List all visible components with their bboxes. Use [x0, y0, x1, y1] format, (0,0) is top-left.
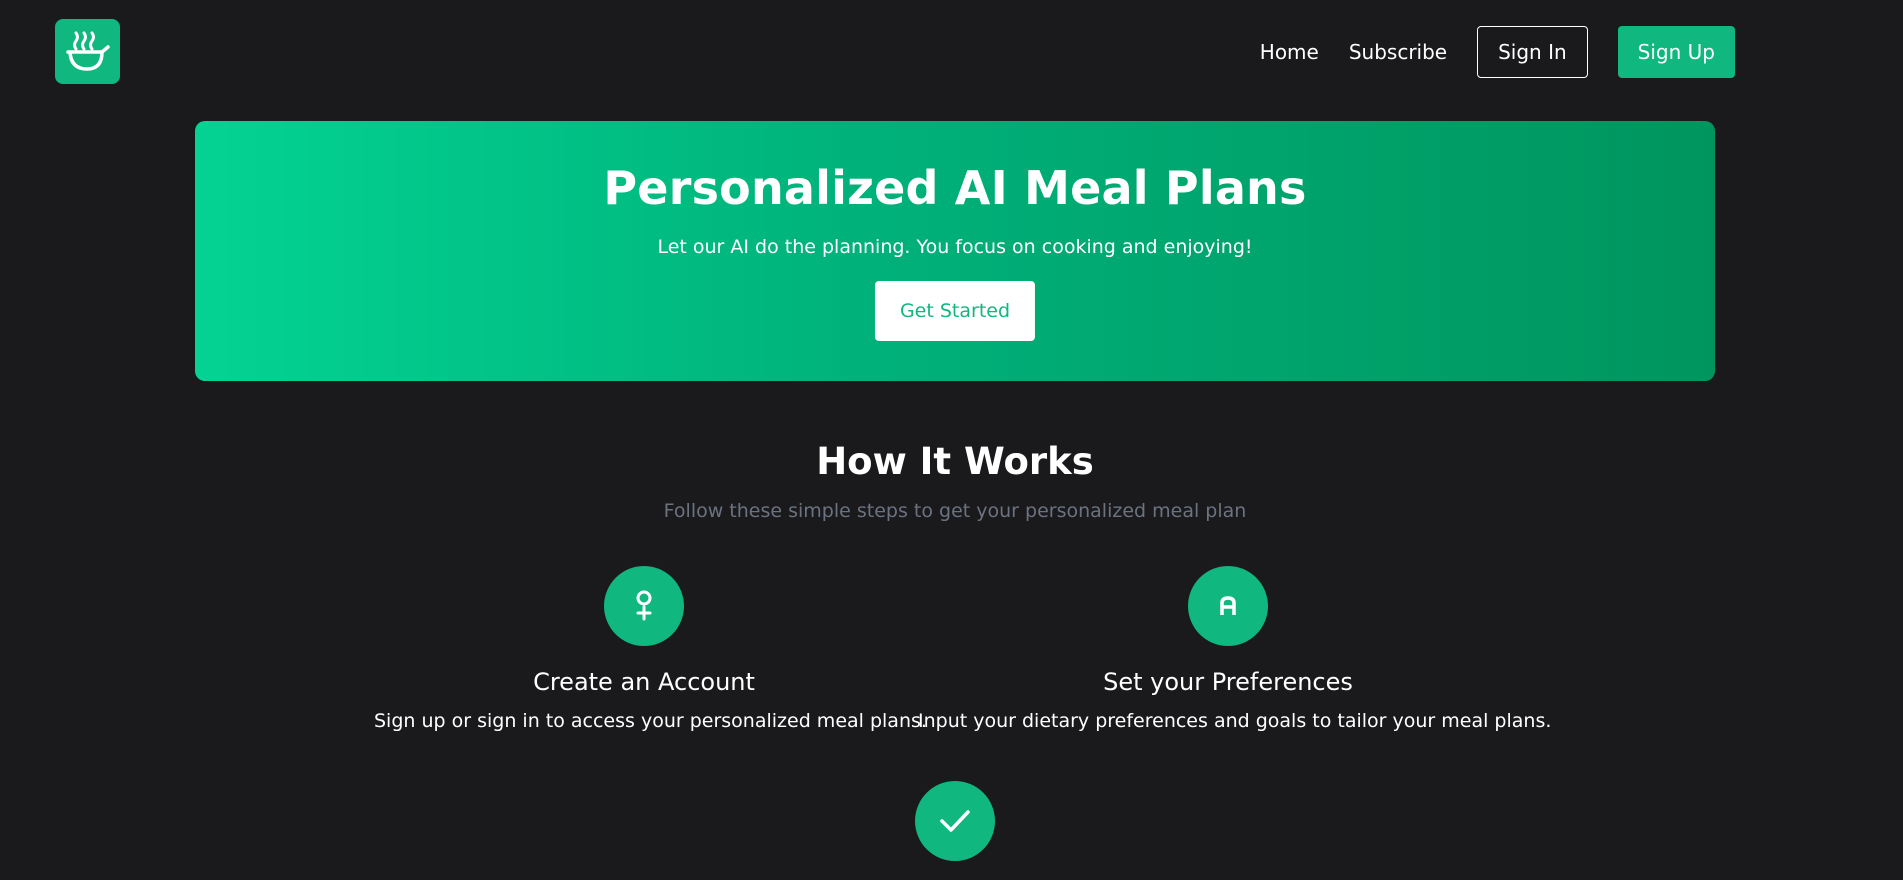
- step-icon-circle: [604, 566, 684, 646]
- how-it-works-title: How It Works: [816, 440, 1094, 483]
- step-title: Set your Preferences: [1103, 668, 1353, 696]
- preferences-icon: [1220, 596, 1236, 615]
- logo[interactable]: [55, 19, 120, 84]
- check-icon: [940, 810, 970, 832]
- hero-title: Personalized AI Meal Plans: [603, 161, 1307, 215]
- step-get-plan: [915, 781, 995, 861]
- step-title: Create an Account: [533, 668, 755, 696]
- main-nav: Home Subscribe Sign In Sign Up: [1260, 26, 1735, 78]
- sign-in-button[interactable]: Sign In: [1477, 26, 1588, 78]
- step-icon-circle: [915, 781, 995, 861]
- step-description: Input your dietary preferences and goals…: [918, 710, 1552, 732]
- nav-subscribe-link[interactable]: Subscribe: [1349, 40, 1447, 64]
- how-it-works-subtitle: Follow these simple steps to get your pe…: [663, 500, 1247, 522]
- get-started-button[interactable]: Get Started: [874, 281, 1036, 341]
- step-icon-circle: [1188, 566, 1268, 646]
- nav-home-link[interactable]: Home: [1260, 40, 1319, 64]
- step-description: Sign up or sign in to access your person…: [374, 710, 927, 732]
- sign-up-button[interactable]: Sign Up: [1617, 26, 1735, 78]
- hero-subtitle: Let our AI do the planning. You focus on…: [657, 236, 1253, 258]
- user-add-icon: [636, 590, 652, 621]
- site-header: Home Subscribe Sign In Sign Up: [0, 0, 1903, 105]
- step-create-account: Create an Account Sign up or sign in to …: [374, 566, 927, 732]
- hero-banner: Personalized AI Meal Plans Let our AI do…: [195, 121, 1715, 381]
- step-set-preferences: Set your Preferences Input your dietary …: [918, 566, 1552, 732]
- bowl-steam-icon: [65, 31, 110, 71]
